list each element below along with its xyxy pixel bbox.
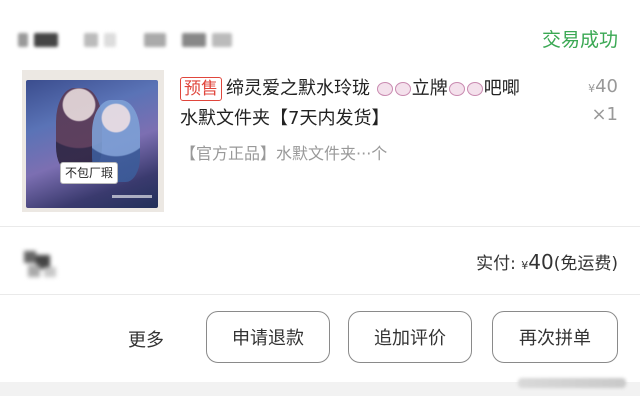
emoji-face-icon — [394, 82, 411, 96]
title-part2: 立牌 — [411, 78, 448, 99]
shop-logo-icon — [18, 33, 28, 47]
shop-name-redacted — [212, 33, 232, 47]
shop-header[interactable]: 交易成功 — [0, 0, 640, 66]
paid-label: 实付: — [476, 254, 516, 274]
reorder-button[interactable]: 再次拼单 — [492, 311, 618, 363]
shop-avatar-icon — [24, 251, 56, 277]
order-card: 交易成功 不包厂瑕 预售 缔灵爱之默水玲珑 立牌 吧唧 水默文件夹【7天内发货】 【… — [0, 0, 640, 382]
product-title[interactable]: 预售 缔灵爱之默水玲珑 立牌 吧唧 水默文件夹【7天内发货】 — [180, 74, 580, 134]
shop-name-redacted — [104, 33, 116, 47]
title-part1: 缔灵爱之默水玲珑 — [226, 78, 370, 99]
spec-suffix: ···个 — [356, 144, 388, 163]
title-part3: 吧唧 — [483, 78, 520, 99]
shop-name-redacted — [144, 33, 166, 47]
watermark — [518, 378, 626, 388]
product-quantity: ×1 — [591, 104, 618, 125]
paid-value: 40 — [528, 250, 554, 274]
more-button[interactable]: 更多 — [128, 326, 164, 352]
spec-text: 【官方正品】水默文件夹 — [180, 144, 357, 163]
emoji-face-icon — [376, 82, 393, 96]
presale-tag: 预售 — [180, 77, 222, 101]
emoji-face-icon — [448, 82, 465, 96]
product-thumbnail[interactable] — [22, 70, 164, 212]
price-value: 40 — [595, 76, 618, 97]
request-refund-button[interactable]: 申请退款 — [206, 311, 330, 363]
shipping-note: (免运费) — [553, 254, 618, 274]
product-spec: 【官方正品】水默文件夹···个 — [180, 140, 387, 164]
add-review-button[interactable]: 追加评价 — [348, 311, 472, 363]
shop-name-redacted — [84, 33, 98, 47]
shop-name-redacted — [182, 33, 206, 47]
product-price: ¥40 — [588, 76, 618, 97]
shop-name-blurred[interactable] — [18, 30, 232, 50]
payment-row: 实付: ¥40(免运费) — [0, 227, 640, 294]
image-caption-line — [112, 195, 152, 198]
no-defect-badge: 不包厂瑕 — [60, 162, 119, 184]
title-line2: 水默文件夹【7天内发货】 — [180, 108, 390, 129]
order-status: 交易成功 — [541, 29, 618, 51]
paid-amount: 实付: ¥40(免运费) — [476, 249, 618, 274]
shop-name-redacted — [34, 33, 58, 47]
product-row[interactable]: 不包厂瑕 预售 缔灵爱之默水玲珑 立牌 吧唧 水默文件夹【7天内发货】 【官方正品】… — [0, 66, 640, 226]
order-actions: 更多 申请退款 追加评价 再次拼单 — [0, 295, 640, 382]
emoji-face-icon — [466, 82, 483, 96]
